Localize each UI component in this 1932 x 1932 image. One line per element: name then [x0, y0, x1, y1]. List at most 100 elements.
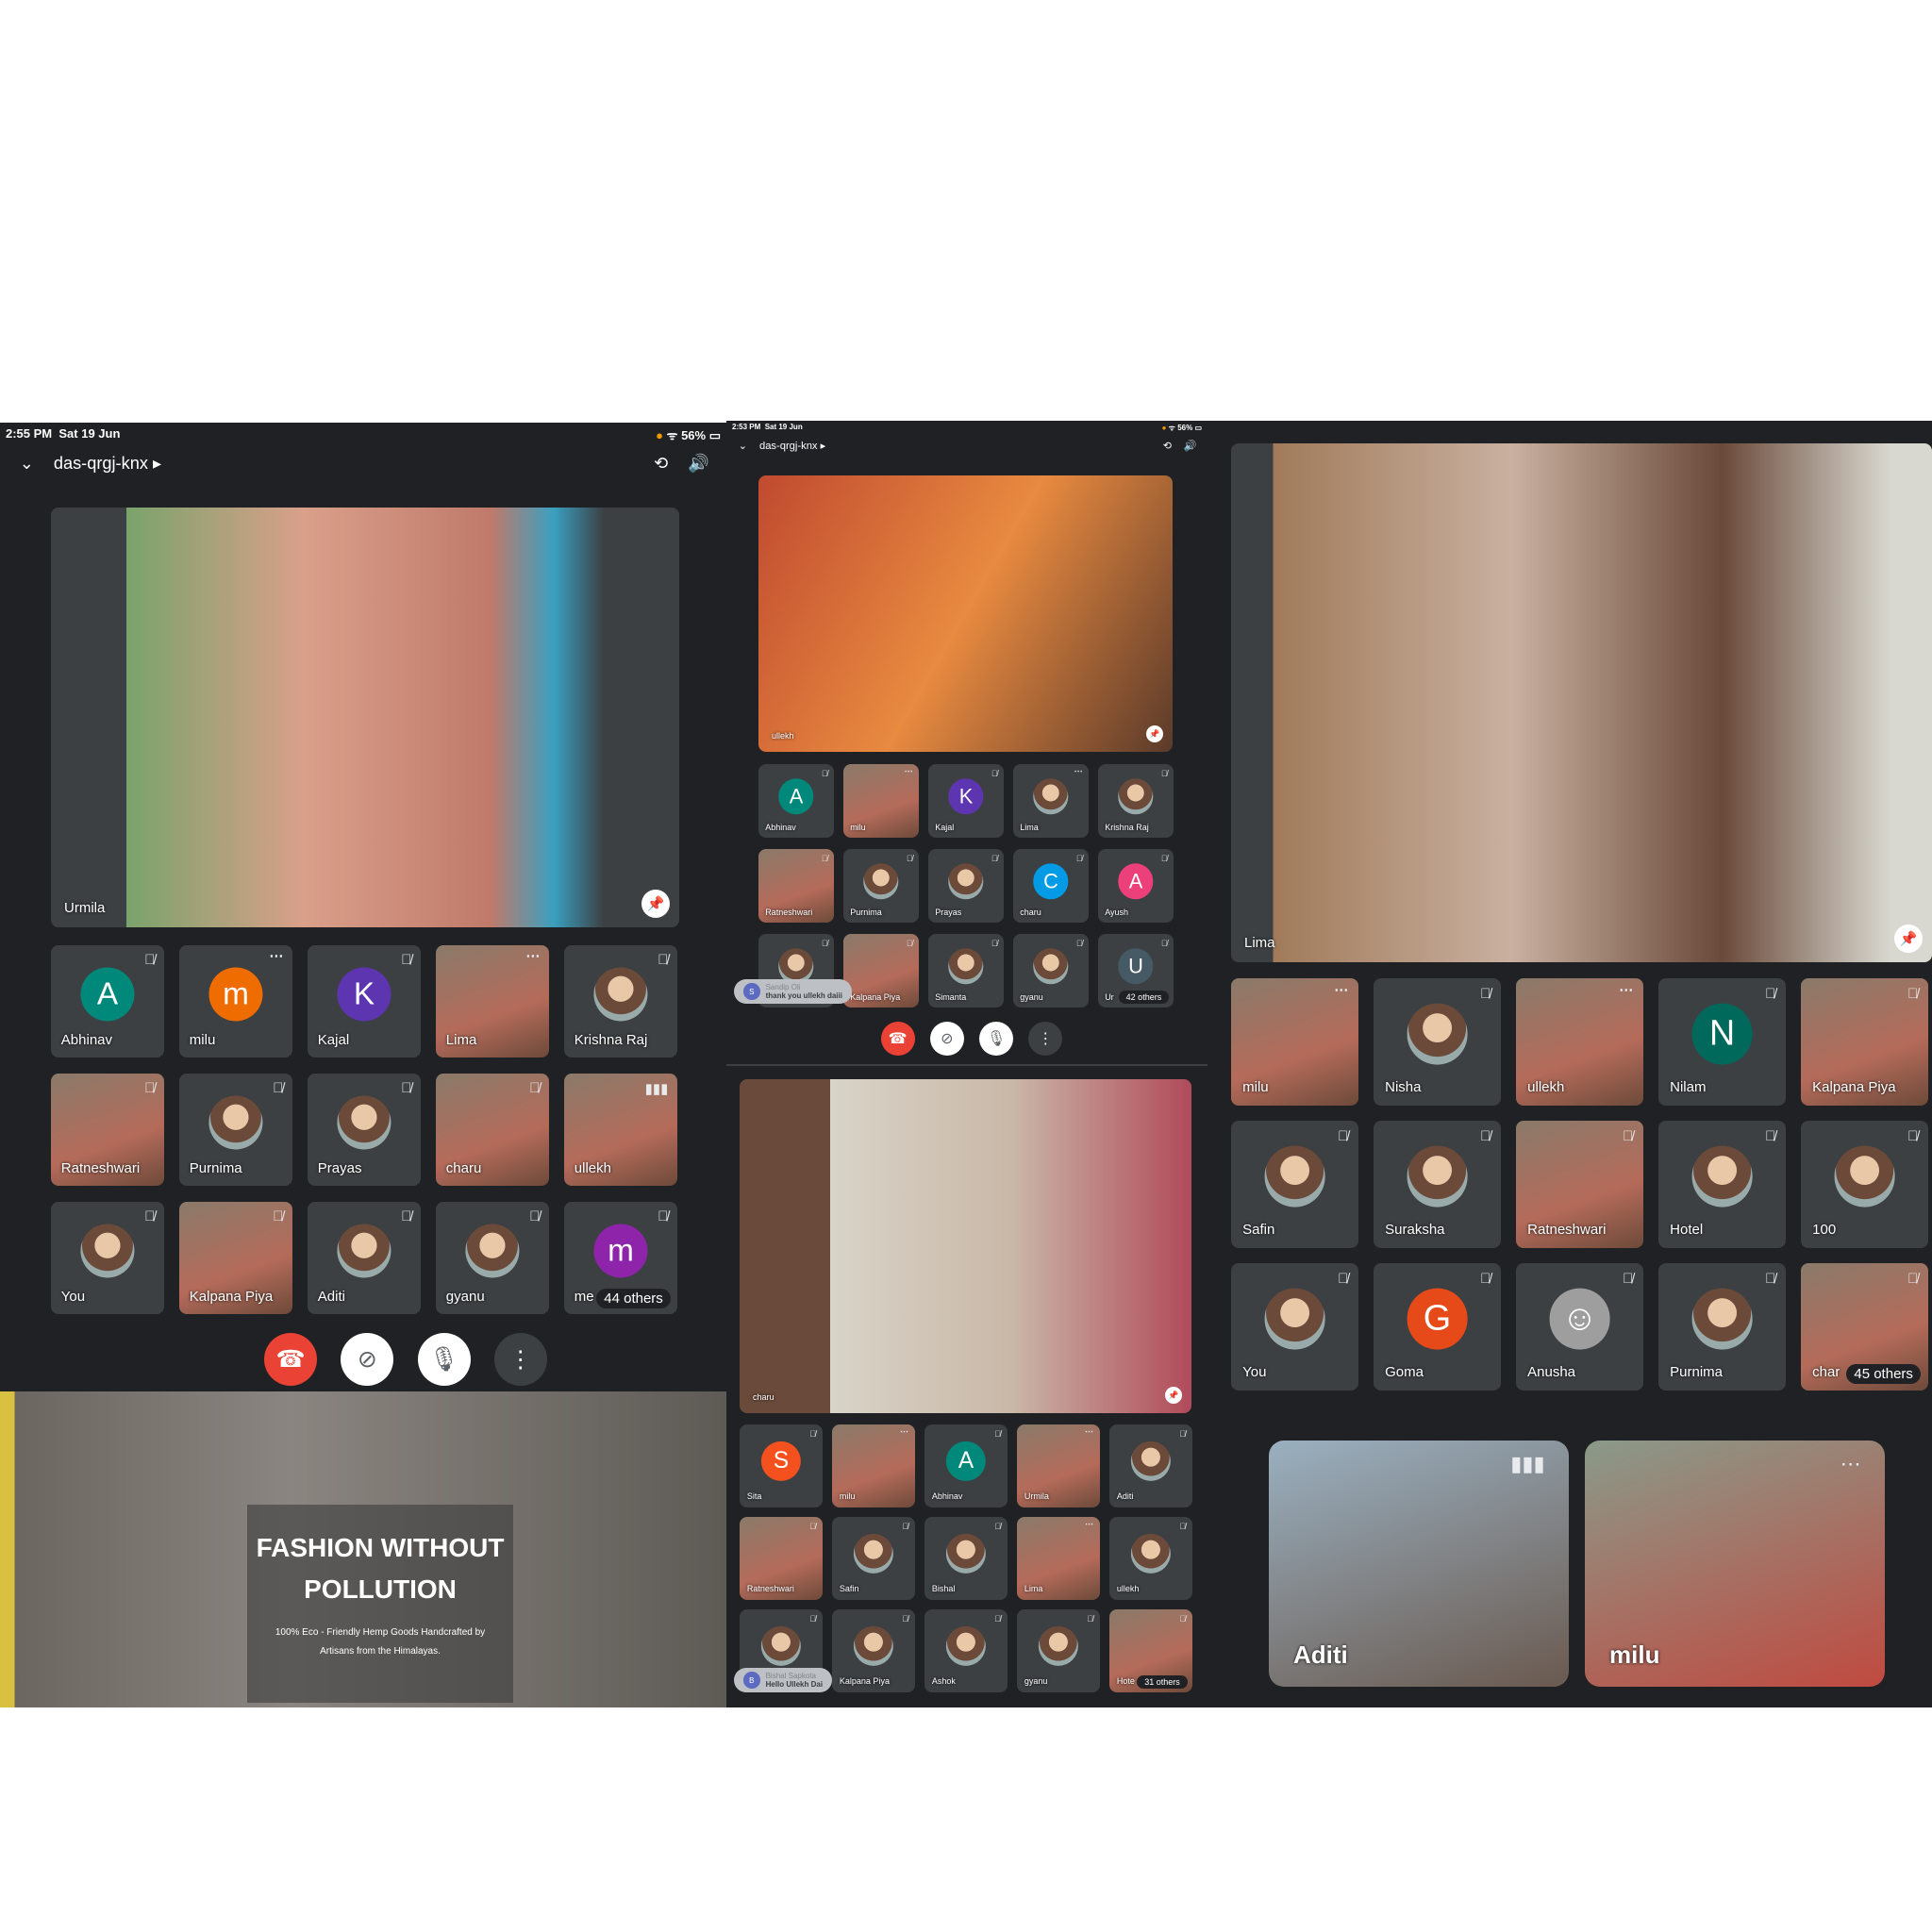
- participant-tile[interactable]: ullekh ▮▮▮: [564, 1074, 677, 1186]
- more-options-icon[interactable]: ⋯: [1840, 1452, 1861, 1476]
- more-options-icon[interactable]: ⋯: [525, 947, 540, 964]
- participant-tile[interactable]: Aditi 🎙̸: [308, 1202, 421, 1314]
- main-video[interactable]: Urmila 📌: [51, 508, 679, 927]
- more-options-icon[interactable]: ⋯: [1085, 1519, 1093, 1529]
- participant-tile[interactable]: ullekh ⋯: [1516, 978, 1643, 1106]
- participant-tile[interactable]: Kalpana Piya 🎙̸: [1801, 978, 1928, 1106]
- main-video[interactable]: Lima 📌: [1231, 443, 1932, 962]
- more-options-icon[interactable]: ⋯: [1085, 1426, 1093, 1437]
- switch-camera-icon[interactable]: ⟲: [654, 454, 668, 474]
- participant-tile[interactable]: Ratneshwari 🎙̸: [740, 1517, 823, 1600]
- participant-tile[interactable]: Ccharu 🎙̸: [1013, 849, 1089, 923]
- participant-tile[interactable]: You 🎙̸: [1231, 1263, 1358, 1391]
- end-call-button[interactable]: ☎: [264, 1333, 318, 1386]
- participant-tile[interactable]: Kalpana Piya 🎙̸: [179, 1202, 292, 1314]
- participant-tile[interactable]: Kalpana Piya 🎙̸: [843, 934, 919, 1008]
- participant-tile[interactable]: Prayas 🎙̸: [928, 849, 1004, 923]
- participant-tile[interactable]: ullekh 🎙̸: [1109, 1517, 1192, 1600]
- speaker-icon[interactable]: 🔊: [688, 454, 709, 474]
- participant-tile[interactable]: Purnima 🎙̸: [1658, 1263, 1786, 1391]
- participant-tile[interactable]: U Ur 🎙̸ 42 others: [1098, 934, 1174, 1008]
- pin-icon[interactable]: 📌: [641, 890, 670, 918]
- more-options-button[interactable]: ⋮: [1028, 1022, 1063, 1056]
- participant-tile[interactable]: K Kajal 🎙̸: [308, 945, 421, 1058]
- participant-tile[interactable]: Lima ⋯: [436, 945, 549, 1058]
- participant-tile[interactable]: ☺ Anusha 🎙̸: [1516, 1263, 1643, 1391]
- participant-tile[interactable]: Krishna Raj 🎙̸: [564, 945, 677, 1058]
- pin-icon[interactable]: 📌: [1894, 924, 1923, 953]
- participant-tile[interactable]: Hotel 🎙̸: [1658, 1121, 1786, 1248]
- main-video[interactable]: charu 📌: [740, 1079, 1191, 1413]
- camera-off-button[interactable]: ⊘: [929, 1022, 964, 1056]
- participant-tile[interactable]: milu ⋯: [843, 764, 919, 838]
- participant-tile[interactable]: K Kajal 🎙̸: [928, 764, 1004, 838]
- pin-icon[interactable]: 📌: [1165, 1387, 1182, 1404]
- participant-tile[interactable]: G Goma 🎙̸: [1374, 1263, 1501, 1391]
- participant-tile[interactable]: Urmila ⋯: [1017, 1424, 1100, 1507]
- end-call-button[interactable]: ☎: [880, 1022, 915, 1056]
- meeting-code[interactable]: das-qrgj-knx ▸: [54, 454, 161, 474]
- participant-tile[interactable]: Ashok 🎙̸: [924, 1609, 1008, 1692]
- featured-tile[interactable]: milu ⋯: [1585, 1441, 1885, 1687]
- participant-tile[interactable]: gyanu 🎙̸: [1017, 1609, 1100, 1692]
- participant-tile[interactable]: Lima ⋯: [1013, 764, 1089, 838]
- main-video[interactable]: ullekh 📌: [758, 475, 1173, 752]
- participant-tile[interactable]: N Nilam 🎙̸: [1658, 978, 1786, 1106]
- participant-tile[interactable]: Bishal 🎙̸: [924, 1517, 1008, 1600]
- participant-tile[interactable]: A Ayush 🎙̸: [1098, 849, 1174, 923]
- participant-tile[interactable]: S Sita 🎙̸: [740, 1424, 823, 1507]
- participant-tile[interactable]: m milu ⋯: [179, 945, 292, 1058]
- participant-tile[interactable]: Safin 🎙̸: [1231, 1121, 1358, 1248]
- participant-tile[interactable]: Safin 🎙̸: [832, 1517, 915, 1600]
- participant-tile[interactable]: milu ⋯: [1231, 978, 1358, 1106]
- participant-tile[interactable]: milu ⋯: [832, 1424, 915, 1507]
- more-options-icon[interactable]: ⋯: [900, 1426, 908, 1437]
- participant-tile[interactable]: Kalpana Piya 🎙̸: [832, 1609, 915, 1692]
- more-options-icon[interactable]: ⋯: [905, 766, 913, 776]
- participant-tile[interactable]: charu 🎙̸: [436, 1074, 549, 1186]
- participant-tile[interactable]: You 🎙̸: [51, 1202, 164, 1314]
- participant-tile[interactable]: Ratneshwari 🎙̸: [758, 849, 834, 923]
- participant-tile[interactable]: gyanu 🎙̸: [1013, 934, 1089, 1008]
- camera-off-button[interactable]: ⊘: [341, 1333, 394, 1386]
- participant-tile[interactable]: Prayas 🎙̸: [308, 1074, 421, 1186]
- participant-tile[interactable]: Lima ⋯: [1017, 1517, 1100, 1600]
- participant-tile[interactable]: Hote 🎙̸ 31 others: [1109, 1609, 1192, 1692]
- meeting-code[interactable]: das-qrgj-knx ▸: [759, 440, 825, 452]
- participant-tile[interactable]: gyanu 🎙̸: [436, 1202, 549, 1314]
- mic-muted-icon: 🎙̸: [1075, 853, 1083, 863]
- switch-camera-icon[interactable]: ⟲: [1163, 440, 1172, 452]
- participant-tile[interactable]: Ratneshwari 🎙̸: [1516, 1121, 1643, 1248]
- mic-off-button[interactable]: 🎙: [979, 1022, 1014, 1056]
- participant-tile[interactable]: 100 🎙̸: [1801, 1121, 1928, 1248]
- participant-name: ullekh: [1116, 1583, 1140, 1593]
- participant-tile[interactable]: Purnima 🎙̸: [843, 849, 919, 923]
- more-options-icon[interactable]: ⋯: [1619, 981, 1633, 998]
- more-options-icon[interactable]: ⋯: [269, 947, 283, 964]
- participant-tile[interactable]: Suraksha 🎙̸: [1374, 1121, 1501, 1248]
- participant-tile[interactable]: A Abhinav 🎙̸: [51, 945, 164, 1058]
- participant-tile[interactable]: Aditi 🎙̸: [1109, 1424, 1192, 1507]
- participant-tile[interactable]: Krishna Raj 🎙̸: [1098, 764, 1174, 838]
- more-options-button[interactable]: ⋮: [493, 1333, 547, 1386]
- mic-off-button[interactable]: 🎙: [417, 1333, 471, 1386]
- speaker-icon[interactable]: 🔊: [1184, 440, 1197, 452]
- participant-name: Aditi: [317, 1289, 345, 1306]
- participant-tile[interactable]: char 🎙̸ 45 others: [1801, 1263, 1928, 1391]
- more-options-icon[interactable]: ⋯: [1334, 981, 1348, 998]
- participant-name: Suraksha: [1385, 1222, 1445, 1239]
- more-options-icon[interactable]: ⋯: [1074, 766, 1083, 776]
- participant-tile[interactable]: Ratneshwari 🎙̸: [51, 1074, 164, 1186]
- participant-tile[interactable]: m me 🎙̸ 44 others: [564, 1202, 677, 1314]
- collapse-chevron-icon[interactable]: ⌄: [739, 440, 747, 452]
- participant-tile[interactable]: A Abhinav 🎙̸: [758, 764, 834, 838]
- participant-tile[interactable]: A Abhinav 🎙̸: [924, 1424, 1008, 1507]
- participant-tile[interactable]: Simanta 🎙̸: [928, 934, 1004, 1008]
- participant-tile[interactable]: Nisha 🎙̸: [1374, 978, 1501, 1106]
- pin-icon[interactable]: 📌: [1146, 725, 1163, 742]
- meet-screen-2: 2:53 PM Sat 19 Jun ● ᯤ 56% ▭ ⌄ das-qrgj-knx…: [726, 421, 1208, 1707]
- featured-tile[interactable]: Aditi ▮▮▮: [1269, 1441, 1569, 1687]
- participant-tile[interactable]: Purnima 🎙̸: [179, 1074, 292, 1186]
- mic-muted-icon: 🎙̸: [529, 1208, 541, 1225]
- collapse-chevron-icon[interactable]: ⌄: [20, 454, 34, 474]
